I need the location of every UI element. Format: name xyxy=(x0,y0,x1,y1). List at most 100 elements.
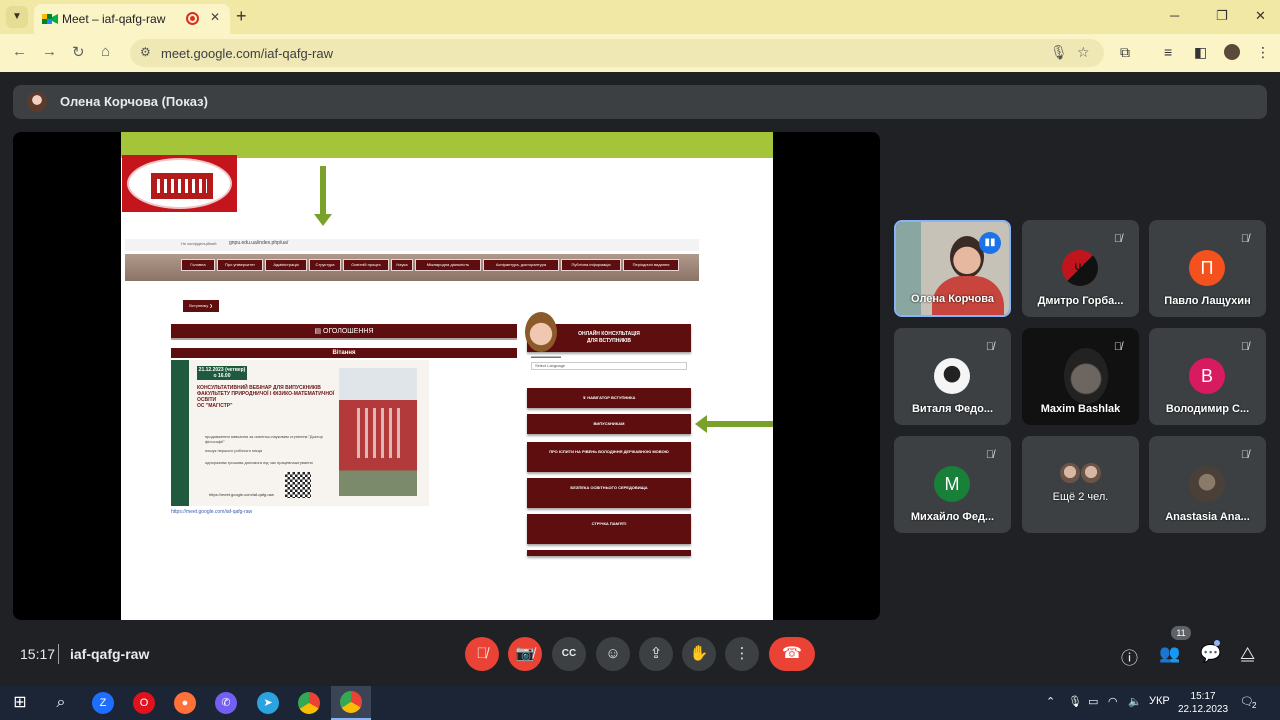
mic-off-button[interactable]: 🎙̸ xyxy=(465,637,499,671)
participant-avatar-letter: П xyxy=(1189,250,1225,286)
participant-name: Володимир С... xyxy=(1165,403,1250,415)
taskbar-clock[interactable]: 15:17 22.12.2023 xyxy=(1178,690,1228,716)
participant-tile[interactable]: 🎙̸ М Михайло Фед... xyxy=(894,436,1011,533)
address-bar[interactable]: ⚙ meet.google.com/iaf-qafg-raw 🎙 ☆ xyxy=(130,39,1104,67)
participant-name: Павло Лащухин xyxy=(1164,295,1251,307)
captions-button[interactable]: CC xyxy=(552,637,586,671)
slide-menu-item: Міжнародна діяльність xyxy=(415,259,481,271)
side-menu-item: ♛ НАВІГАТОР ВСТУПНИКА xyxy=(527,388,691,408)
chrome-window-icon xyxy=(340,691,362,713)
slide-site-menu: Головна Про університет Адміністрація Ст… xyxy=(125,254,699,281)
participant-avatar-letter: В xyxy=(1189,358,1225,394)
reload-icon[interactable]: ↻ xyxy=(72,43,85,61)
meet-control-bar: 15:17 iaf-qafg-raw 🎙̸ 📷̸ CC ☺ ⇪ ✋ ⋮ ☎ ⓘ … xyxy=(0,620,1280,686)
raise-hand-button[interactable]: ✋ xyxy=(682,637,716,671)
poster-link: https://meet.google.com/iaf-qafg-raw xyxy=(209,492,274,497)
side-menu-item-partial xyxy=(527,550,691,556)
participant-tile[interactable]: 🎙̸ В Володимир С... xyxy=(1149,328,1266,425)
windows-start-icon[interactable]: ⊞ xyxy=(9,692,31,714)
consultant-avatar xyxy=(525,312,557,352)
microphone-icon[interactable]: 🎙 xyxy=(1050,44,1068,61)
poster-title: КОНСУЛЬТАТИВНИЙ ВЕБІНАР ДЛЯ ВИПУСКНИКІВ … xyxy=(197,385,347,409)
leave-call-button[interactable]: ☎ xyxy=(769,637,815,671)
new-tab-button[interactable]: + xyxy=(236,6,247,26)
presenter-name: Олена Корчова (Показ) xyxy=(60,94,208,109)
zoom-icon[interactable]: Z xyxy=(92,692,114,714)
university-building-photo xyxy=(339,368,417,496)
mic-off-icon: 🎙̸ xyxy=(1240,341,1250,353)
taskbar-date: 22.12.2023 xyxy=(1178,704,1229,715)
viber-icon[interactable]: ✆ xyxy=(215,692,237,714)
maximize-icon[interactable]: ❐ xyxy=(1216,8,1228,24)
firefox-icon[interactable]: ● xyxy=(174,692,196,714)
taskbar-time: 15:17 xyxy=(1190,691,1216,702)
telegram-icon[interactable]: ➤ xyxy=(257,692,279,714)
tray-overflow-icon[interactable]: ⌃ xyxy=(1046,695,1055,708)
profile-avatar[interactable] xyxy=(1224,44,1240,60)
participant-mini-avatar xyxy=(1080,462,1102,484)
participant-tile[interactable]: 🎙̸ Maxim Bashlak xyxy=(1022,328,1139,425)
side-panel-icon[interactable]: ◧ xyxy=(1194,44,1207,61)
mic-off-icon: 🎙̸ xyxy=(1240,449,1250,461)
meeting-info-icon[interactable]: ⓘ xyxy=(1121,644,1138,669)
language-indicator[interactable]: УКР xyxy=(1149,695,1170,707)
search-icon[interactable]: ⌕ xyxy=(50,692,72,714)
minimize-icon[interactable]: ─ xyxy=(1170,8,1179,23)
participant-tile-more[interactable]: Ещё 2 чел. xyxy=(1022,436,1139,533)
windows-taskbar: ⊞ ⌕ Z O ● ✆ ➤ ⌃ 🎙 ▭ ◠ 🔈 УКР 15:17 22.12.… xyxy=(0,686,1280,720)
chat-icon[interactable]: 💬 xyxy=(1200,644,1221,664)
wifi-icon[interactable]: ◠ xyxy=(1108,695,1118,708)
poster-point: пошук першого робочого місця xyxy=(205,448,263,453)
forward-icon[interactable]: → xyxy=(42,43,57,60)
chrome-icon[interactable] xyxy=(298,692,320,714)
side-menu-item: СТРІЧКА ПАМ'ЯТІ xyxy=(527,514,691,544)
notifications-count: 2 xyxy=(1252,701,1257,710)
meeting-time: 15:17 xyxy=(20,646,56,662)
back-icon[interactable]: ← xyxy=(12,43,27,60)
more-participants-label: Ещё 2 чел. xyxy=(1052,491,1109,503)
participant-tile[interactable]: 🎙̸ Ψ Дмитро Горба... xyxy=(1022,220,1139,317)
activities-icon[interactable]: ⧋ xyxy=(1240,644,1255,664)
media-queue-icon[interactable]: ≡ xyxy=(1164,44,1172,60)
participant-tile[interactable]: 🎙̸ П Павло Лащухин xyxy=(1149,220,1266,317)
menu-kebab-icon[interactable]: ⋮ xyxy=(1256,44,1270,61)
bookmark-star-icon[interactable]: ☆ xyxy=(1077,44,1090,61)
participant-tile[interactable]: ▮▮ Олена Корчова xyxy=(894,220,1011,317)
chrome-active-window[interactable] xyxy=(331,686,371,720)
participant-tile[interactable]: 🎙̸ Виталя Федо... xyxy=(894,328,1011,425)
home-icon[interactable]: ⌂ xyxy=(101,43,110,60)
opera-icon[interactable]: O xyxy=(133,692,155,714)
mic-off-icon: 🎙̸ xyxy=(985,449,995,461)
camera-off-button[interactable]: 📷̸ xyxy=(508,637,542,671)
side-menu-item: БЕЗПЕКА ОСВІТНЬОГО СЕРЕДОВИЩА xyxy=(527,478,691,508)
present-screen-button[interactable]: ⇪ xyxy=(639,637,673,671)
poster-title-text: КОНСУЛЬТАТИВНИЙ ВЕБІНАР ДЛЯ ВИПУСКНИКІВ … xyxy=(197,385,335,403)
battery-icon[interactable]: ▭ xyxy=(1088,695,1098,708)
mic-off-icon: 🎙̸ xyxy=(985,341,995,353)
divider xyxy=(58,644,59,664)
participant-tile[interactable]: 🎙̸ Anastasia Ana... xyxy=(1149,436,1266,533)
tray-mic-icon[interactable]: 🎙 xyxy=(1068,695,1082,708)
slide-menu-item: Періодичні видання xyxy=(623,259,679,271)
extensions-icon[interactable]: ⧉ xyxy=(1120,44,1130,61)
site-info-icon[interactable]: ⚙ xyxy=(140,45,151,59)
participant-avatar-photo xyxy=(934,358,970,394)
browser-tab-meet[interactable]: Meet – iaf-qafg-raw ✕ xyxy=(34,4,230,34)
slide-news-header: ▤ ОГОЛОШЕННЯ xyxy=(171,324,517,340)
logo-building xyxy=(151,173,213,199)
tab-search-icon[interactable]: ▼ xyxy=(6,6,28,28)
slide-greeting-header: Вітання xyxy=(171,348,517,358)
meet-favicon-icon xyxy=(42,14,58,24)
close-tab-icon[interactable]: ✕ xyxy=(210,10,220,24)
shared-screen: Не конфіденційний gnpu.edu.ua/index.php/… xyxy=(13,132,880,620)
url-text: meet.google.com/iaf-qafg-raw xyxy=(161,46,333,61)
people-count-badge: 11 xyxy=(1171,626,1191,640)
close-window-icon[interactable]: ✕ xyxy=(1255,8,1266,24)
recording-indicator-icon xyxy=(186,12,199,25)
more-options-button[interactable]: ⋮ xyxy=(725,637,759,671)
poster-point: одноразова грошова допомога під час прац… xyxy=(205,460,313,465)
emoji-reaction-button[interactable]: ☺ xyxy=(596,637,630,671)
volume-icon[interactable]: 🔈 xyxy=(1128,695,1142,708)
people-icon[interactable]: 👥 xyxy=(1159,644,1180,664)
meet-main: Олена Корчова (Показ) Не конфіденційний … xyxy=(0,72,1280,686)
